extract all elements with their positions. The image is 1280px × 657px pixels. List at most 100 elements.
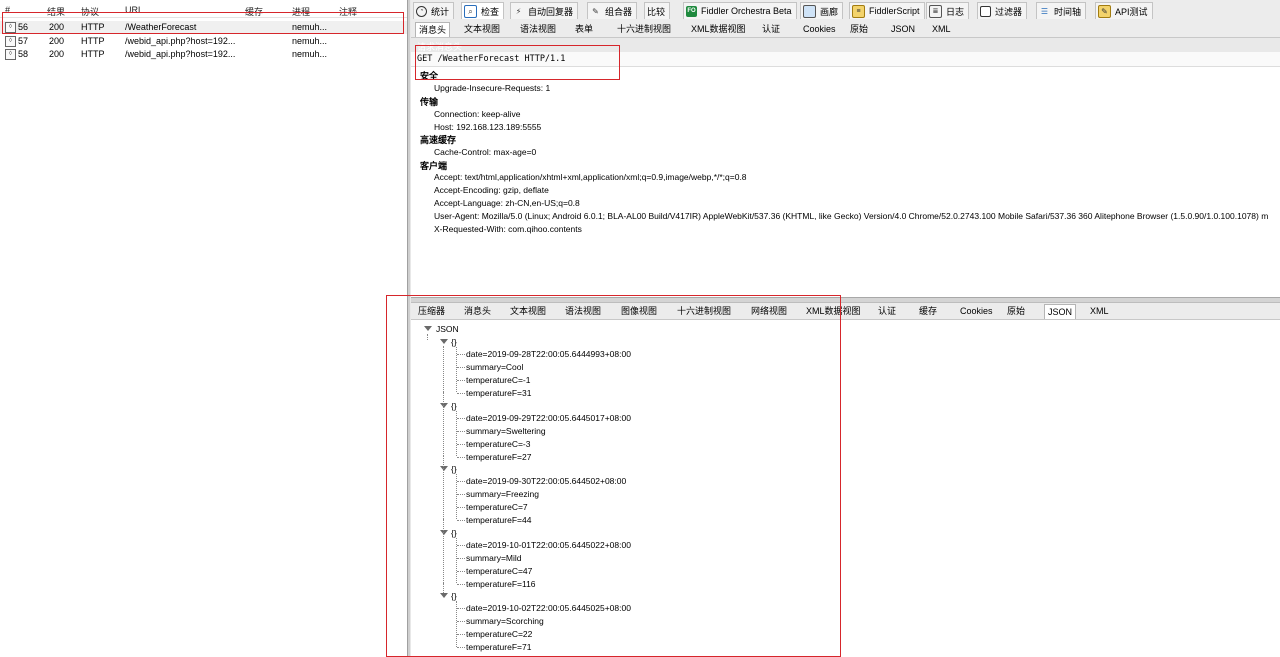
json-field[interactable]: temperatureC=-1 <box>466 375 531 385</box>
resp-tab-auth[interactable]: 认证 <box>877 305 897 317</box>
tab-filters[interactable]: 过滤器 <box>977 2 1028 19</box>
resp-tab-transformer[interactable]: 压缩器 <box>417 305 446 317</box>
tree-line <box>457 520 465 521</box>
req-tab-xmldataview[interactable]: XML数据视图 <box>690 23 747 35</box>
req-tab-textview[interactable]: 文本视图 <box>463 23 501 35</box>
req-tab-headers[interactable]: 消息头 <box>415 22 451 37</box>
json-object-node[interactable]: {} <box>451 464 457 474</box>
collapse-triangle-icon[interactable] <box>440 466 448 471</box>
column-header-comment[interactable]: 注释 <box>339 5 357 18</box>
req-tab-syntaxview[interactable]: 语法视图 <box>519 23 557 35</box>
inspect-icon: ⌕ <box>464 4 477 18</box>
json-field[interactable]: summary=Sweltering <box>466 426 546 436</box>
collapse-triangle-icon[interactable] <box>440 593 448 598</box>
collapse-triangle-icon[interactable] <box>440 530 448 535</box>
json-field[interactable]: temperatureC=22 <box>466 629 532 639</box>
tab-composer[interactable]: ✎ 组合器 <box>587 2 638 19</box>
json-field[interactable]: temperatureF=27 <box>466 452 531 462</box>
collapse-triangle-icon[interactable] <box>424 326 432 331</box>
json-field[interactable]: temperatureC=47 <box>466 566 532 576</box>
req-tab-cookies[interactable]: Cookies <box>802 23 837 35</box>
json-field[interactable]: date=2019-09-29T22:00:05.6445017+08:00 <box>466 413 631 423</box>
resp-tab-textview[interactable]: 文本视图 <box>509 305 547 317</box>
json-object-node[interactable]: {} <box>451 528 457 538</box>
resp-tab-xml[interactable]: XML <box>1089 305 1110 317</box>
tree-line <box>443 392 444 456</box>
json-field[interactable]: temperatureF=116 <box>466 579 536 589</box>
json-field[interactable]: summary=Scorching <box>466 616 544 626</box>
session-id: 57 <box>18 36 29 46</box>
json-field[interactable]: temperatureC=-3 <box>466 439 531 449</box>
resp-tab-webview[interactable]: 网络视图 <box>750 305 788 317</box>
json-field[interactable]: summary=Mild <box>466 553 522 563</box>
tree-line <box>457 393 465 394</box>
tree-line <box>457 545 465 546</box>
json-field[interactable]: temperatureF=31 <box>466 388 531 398</box>
session-result: 200 <box>49 22 65 32</box>
resp-tab-imageview[interactable]: 图像视图 <box>620 305 658 317</box>
tab-gallery[interactable]: 画廊 <box>800 2 844 19</box>
json-field[interactable]: date=2019-09-30T22:00:05.644502+08:00 <box>466 476 626 486</box>
json-object-node[interactable]: {} <box>451 337 457 347</box>
column-header-result[interactable]: 结果 <box>47 5 65 18</box>
resp-tab-json[interactable]: JSON <box>1044 304 1077 319</box>
json-root-node[interactable]: JSON <box>436 324 459 334</box>
session-row[interactable]: ◊ 58 200 HTTP /webid_api.php?host=192...… <box>0 48 407 61</box>
tab-fiddlerscript[interactable]: ≡ FiddlerScript <box>849 2 925 19</box>
tab-label: 日志 <box>946 6 965 17</box>
tab-inspect[interactable]: ⌕ 检查 <box>461 2 505 19</box>
tab-api-test[interactable]: ✎ API测试 <box>1095 2 1153 19</box>
request-line: GET /WeatherForecast HTTP/1.1 <box>411 52 1280 67</box>
tab-label: 画廊 <box>820 6 839 17</box>
json-field[interactable]: summary=Cool <box>466 362 523 372</box>
column-header-url[interactable]: URL <box>125 5 143 15</box>
tree-line <box>457 481 465 482</box>
json-field[interactable]: temperatureF=71 <box>466 642 531 652</box>
json-object-node[interactable]: {} <box>451 591 457 601</box>
tab-log[interactable]: ≣ 日志 <box>926 2 970 19</box>
main-tab-bar: ◔ 统计 ⌕ 检查 ⚡ 自动回复器 ✎ 组合器 比较 FO Fiddler Or… <box>411 0 1280 22</box>
session-process: nemuh... <box>292 49 328 59</box>
collapse-triangle-icon[interactable] <box>440 403 448 408</box>
resp-tab-headers[interactable]: 消息头 <box>463 305 492 317</box>
req-tab-json[interactable]: JSON <box>890 23 916 35</box>
resp-tab-raw[interactable]: 原始 <box>1006 305 1026 317</box>
json-field[interactable]: date=2019-10-01T22:00:05.6445022+08:00 <box>466 540 631 550</box>
session-document-icon: ◊ <box>5 49 16 60</box>
json-field[interactable]: date=2019-10-02T22:00:05.6445025+08:00 <box>466 603 631 613</box>
session-list[interactable]: # 结果 协议 URL 缓存 进程 注释 ◊ 56 200 HTTP /Weat… <box>0 0 407 657</box>
tree-line <box>457 444 465 445</box>
session-protocol: HTTP <box>81 22 105 32</box>
column-header-number[interactable]: # <box>5 5 10 15</box>
resp-tab-cookies[interactable]: Cookies <box>959 305 994 317</box>
req-tab-xml[interactable]: XML <box>931 23 952 35</box>
tab-timeline[interactable]: ☰ 时间轴 <box>1036 2 1087 19</box>
resp-tab-caching[interactable]: 缓存 <box>918 305 938 317</box>
json-field[interactable]: temperatureF=44 <box>466 515 531 525</box>
session-process: nemuh... <box>292 36 328 46</box>
tab-fiddler-orchestra[interactable]: FO Fiddler Orchestra Beta <box>683 2 797 19</box>
req-tab-auth[interactable]: 认证 <box>761 23 781 35</box>
session-row[interactable]: ◊ 57 200 HTTP /webid_api.php?host=192...… <box>0 35 407 48</box>
session-process: nemuh... <box>292 22 328 32</box>
tab-statistics[interactable]: ◔ 统计 <box>413 2 455 19</box>
resp-tab-syntaxview[interactable]: 语法视图 <box>564 305 602 317</box>
json-field[interactable]: date=2019-09-28T22:00:05.6444993+08:00 <box>466 349 631 359</box>
req-tab-raw[interactable]: 原始 <box>849 23 869 35</box>
resp-tab-xmldataview[interactable]: XML数据视图 <box>805 305 862 317</box>
column-header-process[interactable]: 进程 <box>292 5 310 18</box>
collapse-triangle-icon[interactable] <box>440 339 448 344</box>
json-field[interactable]: temperatureC=7 <box>466 502 528 512</box>
session-row[interactable]: ◊ 56 200 HTTP /WeatherForecast nemuh... <box>0 21 407 34</box>
column-header-protocol[interactable]: 协议 <box>81 5 99 18</box>
column-header-cache[interactable]: 缓存 <box>245 5 263 18</box>
req-tab-webforms[interactable]: 表单 <box>574 23 594 35</box>
session-url: /webid_api.php?host=192... <box>125 36 236 46</box>
json-field[interactable]: summary=Freezing <box>466 489 539 499</box>
tab-autoresponder[interactable]: ⚡ 自动回复器 <box>510 2 579 19</box>
resp-tab-hexview[interactable]: 十六进制视图 <box>676 305 732 317</box>
tab-compare[interactable]: 比较 <box>644 2 671 19</box>
json-object-node[interactable]: {} <box>451 401 457 411</box>
req-tab-hexview[interactable]: 十六进制视图 <box>616 23 672 35</box>
json-tree-view[interactable]: JSON {} date=2019-09-28T22:00:05.6444993… <box>411 320 1280 657</box>
